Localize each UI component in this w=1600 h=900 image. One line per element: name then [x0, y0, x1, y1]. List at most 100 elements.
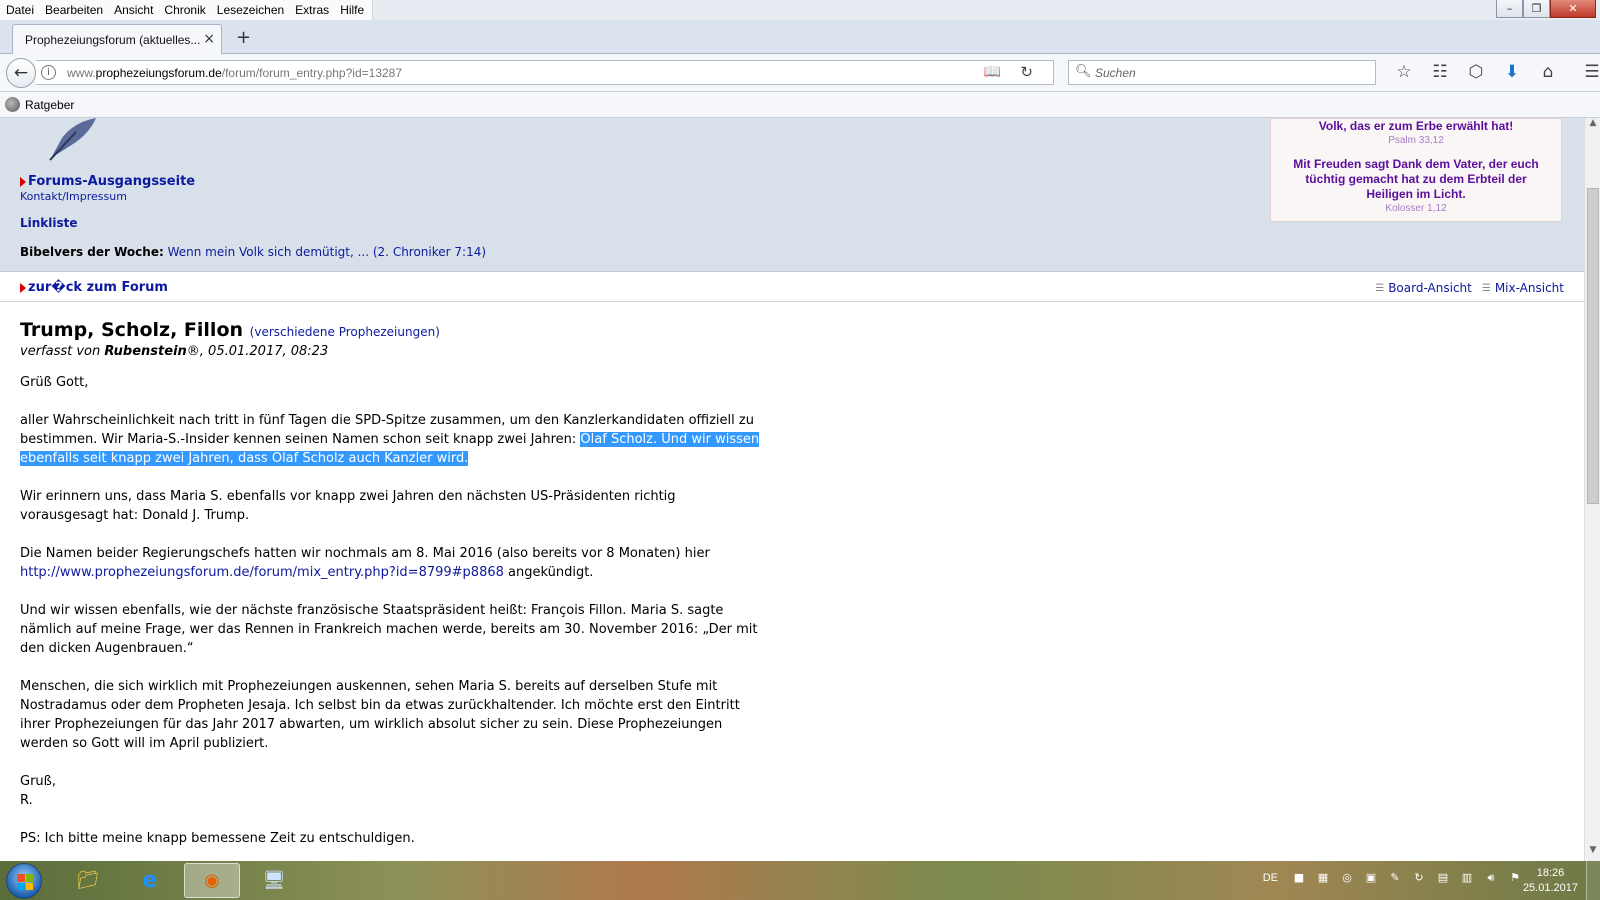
search-bar[interactable]: 🔍︎ Suchen: [1068, 60, 1376, 85]
download-icon[interactable]: ⬇: [1494, 62, 1530, 82]
menu-bearbeiten[interactable]: Bearbeiten: [39, 0, 108, 20]
view-switch: ☰ Board-Ansicht ☰ Mix-Ansicht: [1365, 281, 1564, 295]
verse-box: Volk, das er zum Erbe erwählt hat! Psalm…: [1270, 118, 1562, 222]
site-info-icon[interactable]: i: [41, 65, 56, 80]
menu-lesezeichen[interactable]: Lesezeichen: [211, 0, 289, 20]
clock-date: 25.01.2017: [1522, 882, 1578, 894]
clock[interactable]: 18:26 25.01.2017: [1523, 866, 1578, 896]
forum-header: Forums-Ausgangsseite Kontakt/Impressum L…: [0, 118, 1584, 272]
window-controls: – ❐ ✕: [1496, 0, 1596, 18]
post-link[interactable]: http://www.prophezeiungsforum.de/forum/m…: [20, 565, 504, 580]
contact-link[interactable]: Kontakt/Impressum: [20, 190, 195, 203]
language-indicator[interactable]: DE: [1263, 872, 1278, 884]
internet-explorer-taskbar-icon[interactable]: e: [122, 863, 178, 898]
taskbar: 📁︎ e ◉ 🖥︎ DE ■ ▦ ◎ ▣ ✎ ↻ ▤ ▥ 🔊︎ ⚑ 18:26 …: [0, 861, 1600, 900]
vertical-scrollbar[interactable]: ▲ ▼: [1584, 118, 1600, 861]
post-title: Trump, Scholz, Fillon (verschiedene Prop…: [20, 319, 440, 341]
tray-network-icon[interactable]: ▥: [1458, 871, 1476, 885]
menu-chronik[interactable]: Chronik: [158, 0, 210, 20]
tray-pen-icon[interactable]: ✎: [1386, 871, 1404, 885]
new-tab-button[interactable]: +: [236, 27, 251, 48]
linkliste-link[interactable]: Linkliste: [20, 216, 78, 230]
verse-week-link[interactable]: Wenn mein Volk sich demütigt, ... (2. Ch…: [168, 245, 486, 259]
restore-button[interactable]: ❐: [1523, 0, 1550, 18]
network-taskbar-icon[interactable]: 🖥︎: [246, 863, 302, 898]
verse-ref-2: Kolosser 1,12: [1385, 203, 1447, 214]
triangle-icon: [20, 176, 26, 187]
reload-icon[interactable]: ↻: [1020, 63, 1033, 81]
back-to-forum-link[interactable]: zur�ck zum Forum: [20, 280, 168, 295]
post-closing: Gruß, R.: [20, 774, 56, 808]
tray-monitor-icon[interactable]: ▣: [1362, 871, 1380, 885]
mix-view-link[interactable]: ☰ Mix-Ansicht: [1482, 281, 1564, 295]
bookmarks-bar: Ratgeber: [0, 92, 1600, 118]
search-icon: 🔍︎: [1075, 64, 1092, 79]
start-button[interactable]: [6, 863, 42, 899]
menu-bar: Datei Bearbeiten Ansicht Chronik Lesezei…: [0, 0, 1600, 20]
navigation-bar: i www.prophezeiungsforum.de/forum/forum_…: [0, 54, 1600, 92]
show-desktop-button[interactable]: [1586, 861, 1600, 900]
bookmark-ratgeber[interactable]: Ratgeber: [25, 98, 74, 112]
menu-extras[interactable]: Extras: [289, 0, 334, 20]
explorer-taskbar-icon[interactable]: 📁︎: [60, 863, 116, 898]
tray-usb-icon[interactable]: ▤: [1434, 871, 1452, 885]
verse-text-2: Mit Freuden sagt Dank dem Vater, der euc…: [1293, 157, 1539, 201]
post-paragraph-4: Und wir wissen ebenfalls, wie der nächst…: [20, 603, 758, 656]
back-button[interactable]: ←: [6, 58, 36, 88]
verse-week-label: Bibelvers der Woche:: [20, 245, 164, 259]
firefox-taskbar-icon[interactable]: ◉: [184, 863, 240, 898]
forum-bar: zur�ck zum Forum ☰ Board-Ansicht ☰ Mix-Ans…: [0, 272, 1584, 302]
scroll-thumb[interactable]: [1587, 188, 1599, 504]
reader-view-icon[interactable]: 📖: [984, 64, 1001, 80]
tab-prophezeiungsforum[interactable]: Prophezeiungsforum (aktuelles... ×: [12, 24, 222, 54]
minimize-button[interactable]: –: [1496, 0, 1523, 18]
forum-home-link[interactable]: Forums-Ausgangsseite: [20, 174, 195, 189]
tray-volume-icon[interactable]: 🔊︎: [1482, 871, 1500, 885]
bookmark-ratgeber-icon: [5, 97, 20, 112]
search-placeholder: Suchen: [1095, 66, 1136, 80]
feather-logo-icon: [49, 118, 96, 161]
post-author[interactable]: Rubenstein: [104, 344, 186, 359]
url-bar[interactable]: i www.prophezeiungsforum.de/forum/forum_…: [36, 60, 1054, 85]
post-meta: verfasst von Rubenstein®, 05.01.2017, 08…: [20, 344, 329, 359]
system-tray: DE ■ ▦ ◎ ▣ ✎ ↻ ▤ ▥ 🔊︎ ⚑: [1263, 871, 1530, 885]
pocket-icon[interactable]: ⬡: [1458, 62, 1494, 82]
post-greeting: Grüß Gott,: [20, 375, 89, 390]
toolbar-icons: ☆ ☷ ⬡ ⬇ ⌂ ☰: [1386, 62, 1600, 82]
tray-app-icon[interactable]: ■: [1290, 871, 1308, 885]
menu-ansicht[interactable]: Ansicht: [108, 0, 158, 20]
tray-flag-icon[interactable]: ⚑: [1506, 871, 1524, 885]
post-category-link[interactable]: (verschiedene Prophezeiungen): [250, 325, 440, 339]
forum-post: Trump, Scholz, Fillon (verschiedene Prop…: [20, 319, 765, 861]
verse-of-week: Bibelvers der Woche: Wenn mein Volk sich…: [20, 245, 486, 259]
star-icon[interactable]: ☆: [1386, 62, 1422, 82]
tray-globe-icon[interactable]: ◎: [1338, 871, 1356, 885]
scroll-down-icon[interactable]: ▼: [1585, 845, 1600, 861]
tray-sync-icon[interactable]: ↻: [1410, 871, 1428, 885]
menu-datei[interactable]: Datei: [0, 0, 39, 20]
menu-icon[interactable]: ☰: [1574, 62, 1600, 82]
menu-hilfe[interactable]: Hilfe: [334, 0, 369, 20]
board-view-icon: ☰: [1375, 282, 1385, 294]
clock-time: 18:26: [1536, 867, 1565, 879]
post-paragraph-2: Wir erinnern uns, dass Maria S. ebenfall…: [20, 489, 676, 523]
tray-grid-icon[interactable]: ▦: [1314, 871, 1332, 885]
triangle-icon: [20, 282, 26, 293]
post-body: Grüß Gott, aller Wahrscheinlichkeit nach…: [20, 373, 765, 848]
close-window-button[interactable]: ✕: [1550, 0, 1596, 18]
url-text: www.prophezeiungsforum.de/forum/forum_en…: [67, 66, 402, 80]
library-icon[interactable]: ☷: [1422, 62, 1458, 82]
home-icon[interactable]: ⌂: [1530, 62, 1566, 82]
verse-text-1: Volk, das er zum Erbe erwählt hat!: [1318, 119, 1514, 133]
mix-view-icon: ☰: [1481, 282, 1491, 294]
post-ps: PS: Ich bitte meine knapp bemessene Zeit…: [20, 831, 415, 846]
arrow-left-icon: ←: [13, 63, 29, 83]
menu-list: Datei Bearbeiten Ansicht Chronik Lesezei…: [0, 0, 374, 20]
windows-logo-icon: [17, 874, 33, 890]
verse-ref-1: Psalm 33,12: [1388, 135, 1444, 146]
tab-title: Prophezeiungsforum (aktuelles...: [25, 33, 201, 47]
scroll-up-icon[interactable]: ▲: [1585, 118, 1600, 134]
tab-close-icon[interactable]: ×: [203, 31, 215, 47]
tab-strip: Prophezeiungsforum (aktuelles... × +: [0, 20, 1600, 54]
board-view-link[interactable]: ☰ Board-Ansicht: [1375, 281, 1472, 295]
